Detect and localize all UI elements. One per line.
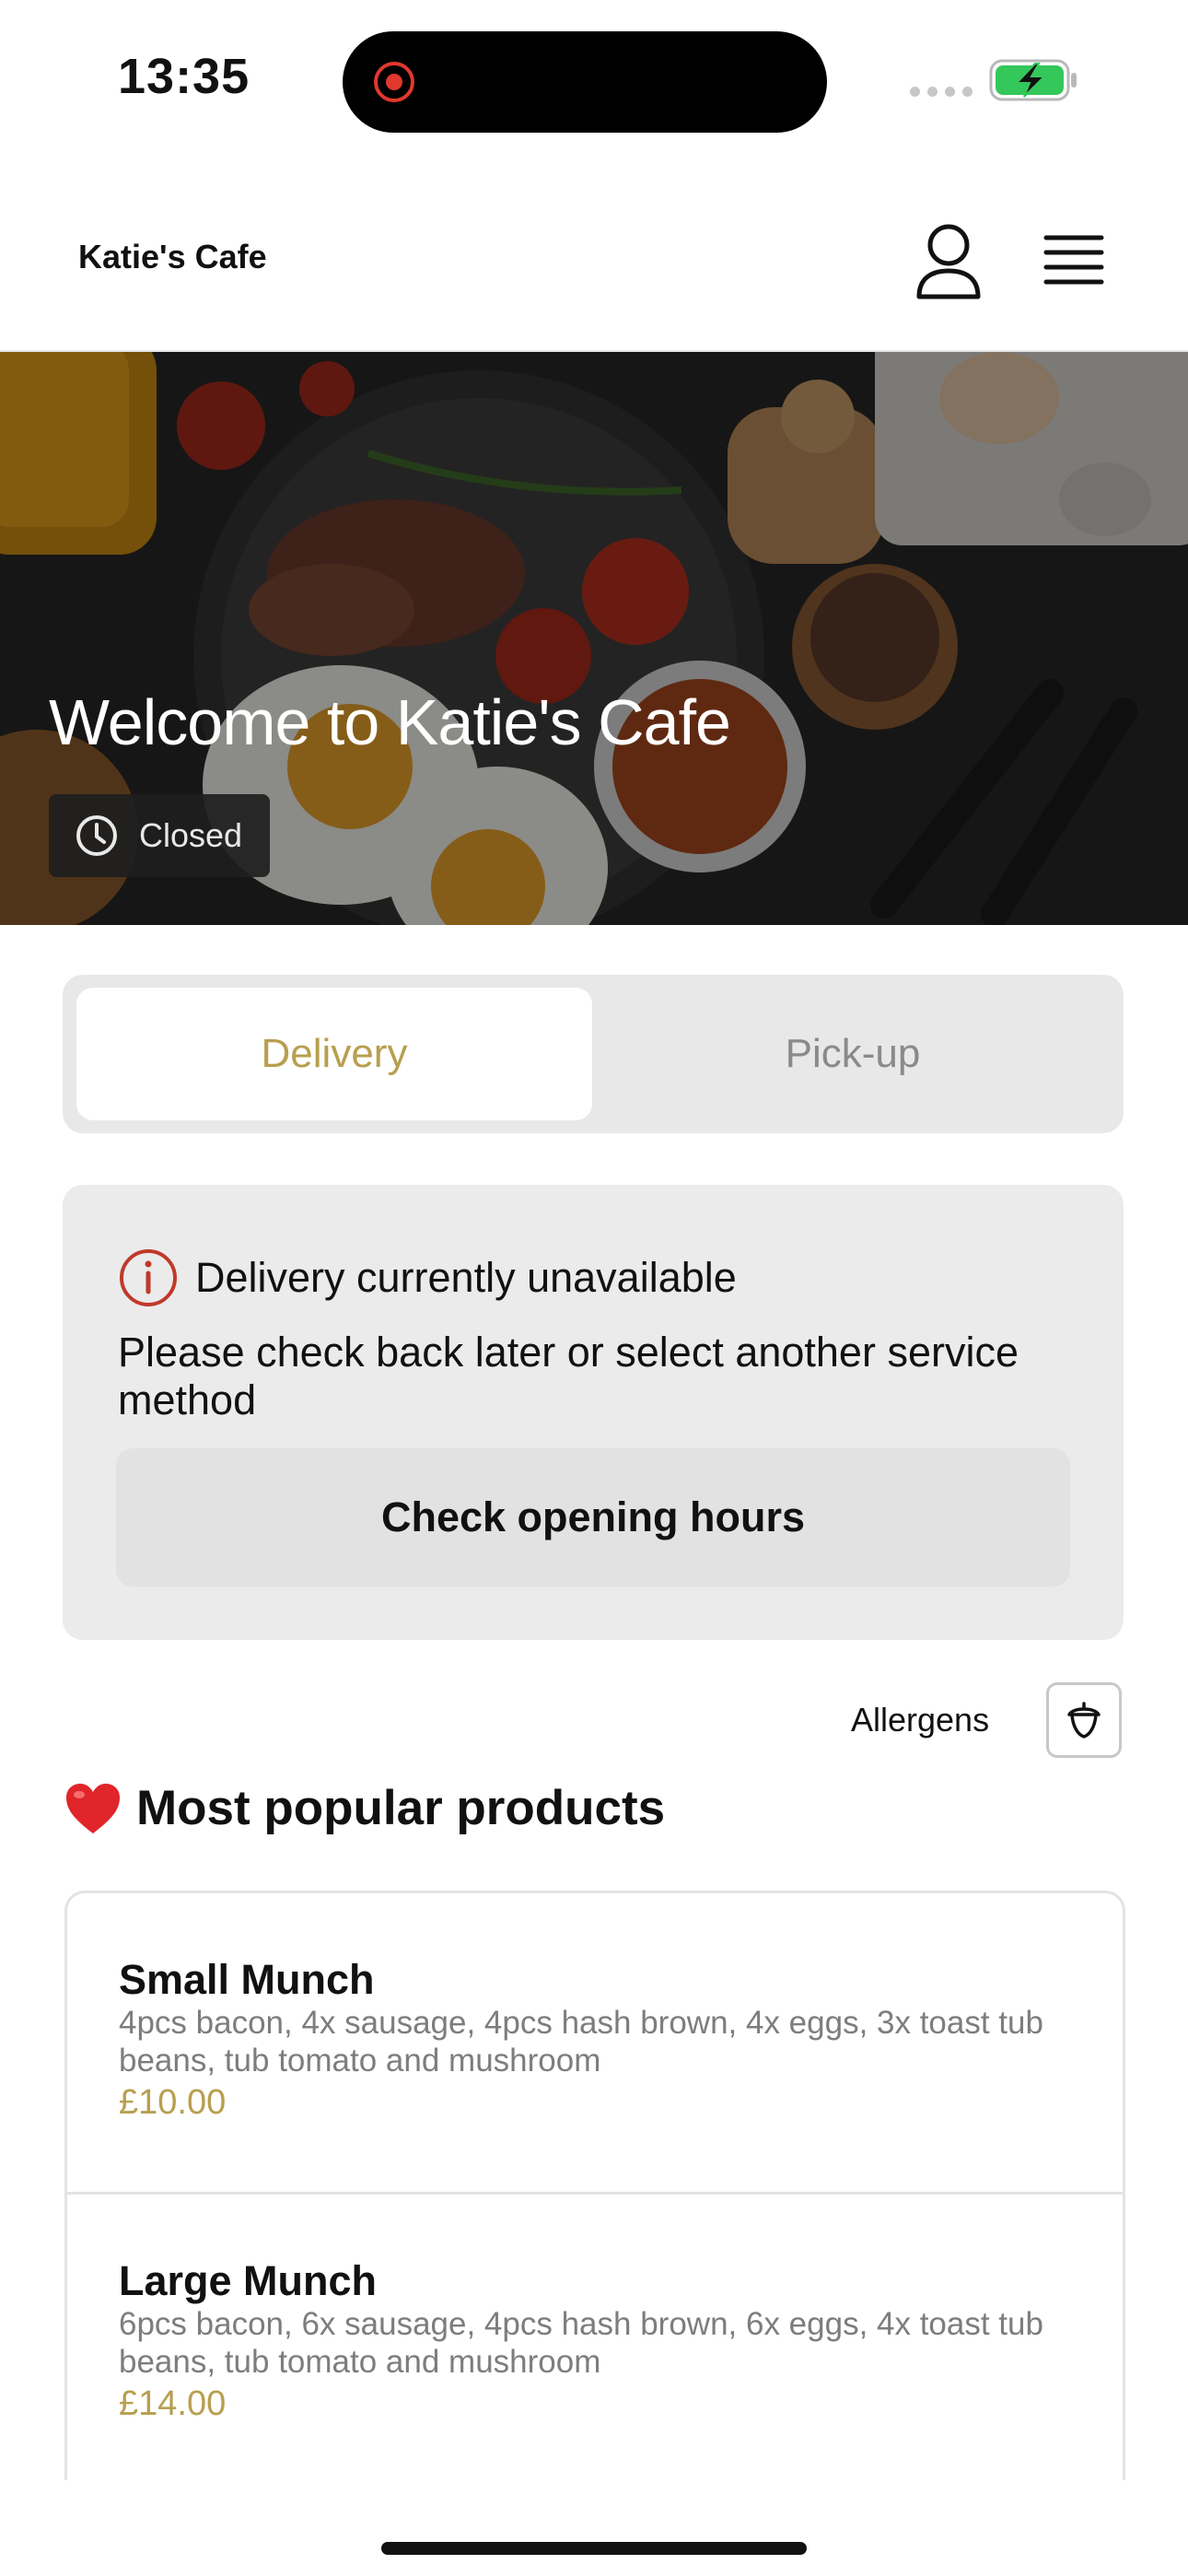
- product-name: Large Munch: [119, 2257, 378, 2304]
- account-button[interactable]: [912, 223, 985, 302]
- product-price: £14.00: [119, 2384, 227, 2423]
- alert-title: Delivery currently unavailable: [195, 1254, 737, 1301]
- tab-delivery[interactable]: Delivery: [76, 988, 592, 1120]
- product-item[interactable]: Large Munch 6pcs bacon, 6x sausage, 4pcs…: [67, 2192, 1123, 2480]
- check-opening-hours-button[interactable]: Check opening hours: [116, 1448, 1070, 1587]
- service-type-switch: Delivery Pick-up: [63, 975, 1124, 1133]
- brand-name[interactable]: Katie's Cafe: [78, 238, 267, 276]
- heart-emoji-icon: [66, 1783, 120, 1833]
- product-list: Small Munch 4pcs bacon, 4x sausage, 4pcs…: [64, 1891, 1125, 2480]
- dynamic-island: [343, 31, 827, 133]
- hamburger-menu-icon: [1043, 235, 1104, 285]
- product-description: 6pcs bacon, 6x sausage, 4pcs hash brown,…: [119, 2306, 1043, 2380]
- product-item[interactable]: Small Munch 4pcs bacon, 4x sausage, 4pcs…: [67, 1893, 1123, 2192]
- status-bar: 13:35: [0, 0, 1188, 157]
- signal-icon: [910, 87, 973, 97]
- status-time: 13:35: [118, 49, 250, 104]
- menu-button[interactable]: [1041, 228, 1107, 295]
- battery-charging-icon: [989, 59, 1077, 101]
- user-icon: [916, 224, 981, 299]
- status-badge-label: Closed: [139, 816, 243, 854]
- record-icon: [374, 62, 414, 102]
- allergens-label: Allergens: [851, 1701, 990, 1739]
- hero-title: Welcome to Katie's Cafe: [49, 686, 731, 758]
- hero-banner: Welcome to Katie's Cafe Closed: [0, 352, 1188, 925]
- product-price: £10.00: [119, 2083, 227, 2122]
- info-icon: [120, 1249, 177, 1306]
- alert-header: Delivery currently unavailable: [118, 1247, 737, 1308]
- delivery-unavailable-alert: Delivery currently unavailable Please ch…: [63, 1185, 1124, 1640]
- allergens-button[interactable]: [1046, 1682, 1122, 1758]
- tab-pick-up[interactable]: Pick-up: [595, 988, 1111, 1120]
- alert-message: Please check back later or select anothe…: [118, 1329, 1019, 1423]
- app-header: Katie's Cafe: [0, 175, 1188, 352]
- clock-icon: [76, 815, 117, 856]
- product-description: 4pcs bacon, 4x sausage, 4pcs hash brown,…: [119, 2005, 1043, 2078]
- product-name: Small Munch: [119, 1956, 375, 2003]
- popular-products-heading: Most popular products: [64, 1780, 665, 1836]
- acorn-icon: [1067, 1702, 1101, 1739]
- section-title: Most popular products: [136, 1781, 666, 1835]
- status-badge[interactable]: Closed: [49, 794, 271, 877]
- home-indicator[interactable]: [381, 2542, 807, 2555]
